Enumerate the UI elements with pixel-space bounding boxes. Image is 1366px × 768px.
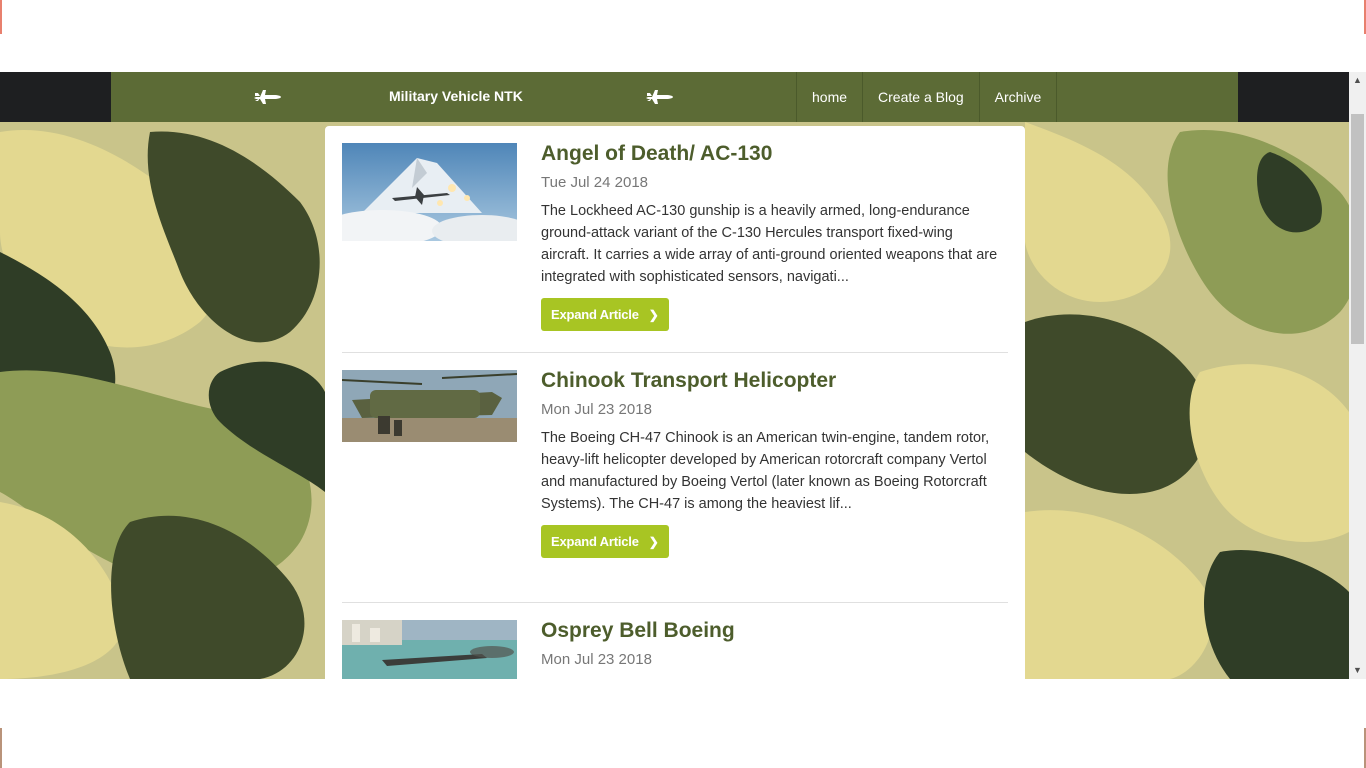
window-edge-mark — [0, 0, 2, 34]
page-viewport: Military Vehicle NTK home Create a Blog … — [0, 72, 1366, 679]
expand-article-label: Expand Article — [551, 307, 639, 322]
nav-link-home[interactable]: home — [796, 72, 862, 122]
nav-links: home Create a Blog Archive — [796, 72, 1058, 122]
article-thumbnail[interactable] — [342, 370, 517, 442]
scroll-up-arrow-icon[interactable]: ▲ — [1349, 72, 1366, 89]
article-title[interactable]: Angel of Death/ AC-130 — [541, 143, 1001, 165]
article-date: Mon Jul 23 2018 — [541, 651, 652, 668]
article-item: Chinook Transport Helicopter Mon Jul 23 … — [342, 370, 1008, 603]
vertical-scrollbar[interactable]: ▲ ▼ — [1349, 72, 1366, 679]
navbar-inner: Military Vehicle NTK home Create a Blog … — [111, 72, 1238, 122]
article-thumbnail[interactable] — [342, 620, 517, 679]
scroll-down-arrow-icon[interactable]: ▼ — [1349, 662, 1366, 679]
expand-article-button[interactable]: Expand Article ❯ — [541, 525, 669, 558]
article-item: Angel of Death/ AC-130 Tue Jul 24 2018 T… — [342, 143, 1008, 353]
nav-link-archive[interactable]: Archive — [978, 72, 1058, 122]
article-title[interactable]: Chinook Transport Helicopter — [541, 370, 1001, 392]
chevron-right-icon: ❯ — [648, 307, 659, 322]
article-list-card: Angel of Death/ AC-130 Tue Jul 24 2018 T… — [325, 126, 1025, 679]
article-title[interactable]: Osprey Bell Boeing — [541, 620, 1001, 642]
nav-link-create-blog[interactable]: Create a Blog — [862, 72, 979, 122]
article-excerpt: The Boeing CH-47 Chinook is an American … — [541, 430, 990, 512]
article-thumbnail[interactable] — [342, 143, 517, 241]
expand-article-button[interactable]: Expand Article ❯ — [541, 298, 669, 331]
site-brand[interactable]: Military Vehicle NTK — [389, 88, 523, 104]
expand-article-label: Expand Article — [551, 534, 639, 549]
article-body: Osprey Bell Boeing Mon Jul 23 2018 — [541, 620, 1001, 669]
top-navbar: Military Vehicle NTK home Create a Blog … — [0, 72, 1349, 122]
window-edge-mark — [0, 728, 2, 768]
article-body: Angel of Death/ AC-130 Tue Jul 24 2018 T… — [541, 143, 1001, 331]
article-excerpt: The Lockheed AC-130 gunship is a heavily… — [541, 203, 998, 285]
fighter-jet-icon — [646, 90, 673, 104]
article-date: Tue Jul 24 2018 — [541, 174, 649, 191]
chevron-right-icon: ❯ — [648, 534, 659, 549]
article-divider — [342, 602, 1008, 603]
article-item: Osprey Bell Boeing Mon Jul 23 2018 — [342, 620, 1008, 679]
scrollbar-thumb[interactable] — [1351, 114, 1364, 344]
article-body: Chinook Transport Helicopter Mon Jul 23 … — [541, 370, 1001, 558]
article-divider — [342, 352, 1008, 353]
fighter-jet-icon — [254, 90, 281, 104]
article-date: Mon Jul 23 2018 — [541, 401, 652, 418]
